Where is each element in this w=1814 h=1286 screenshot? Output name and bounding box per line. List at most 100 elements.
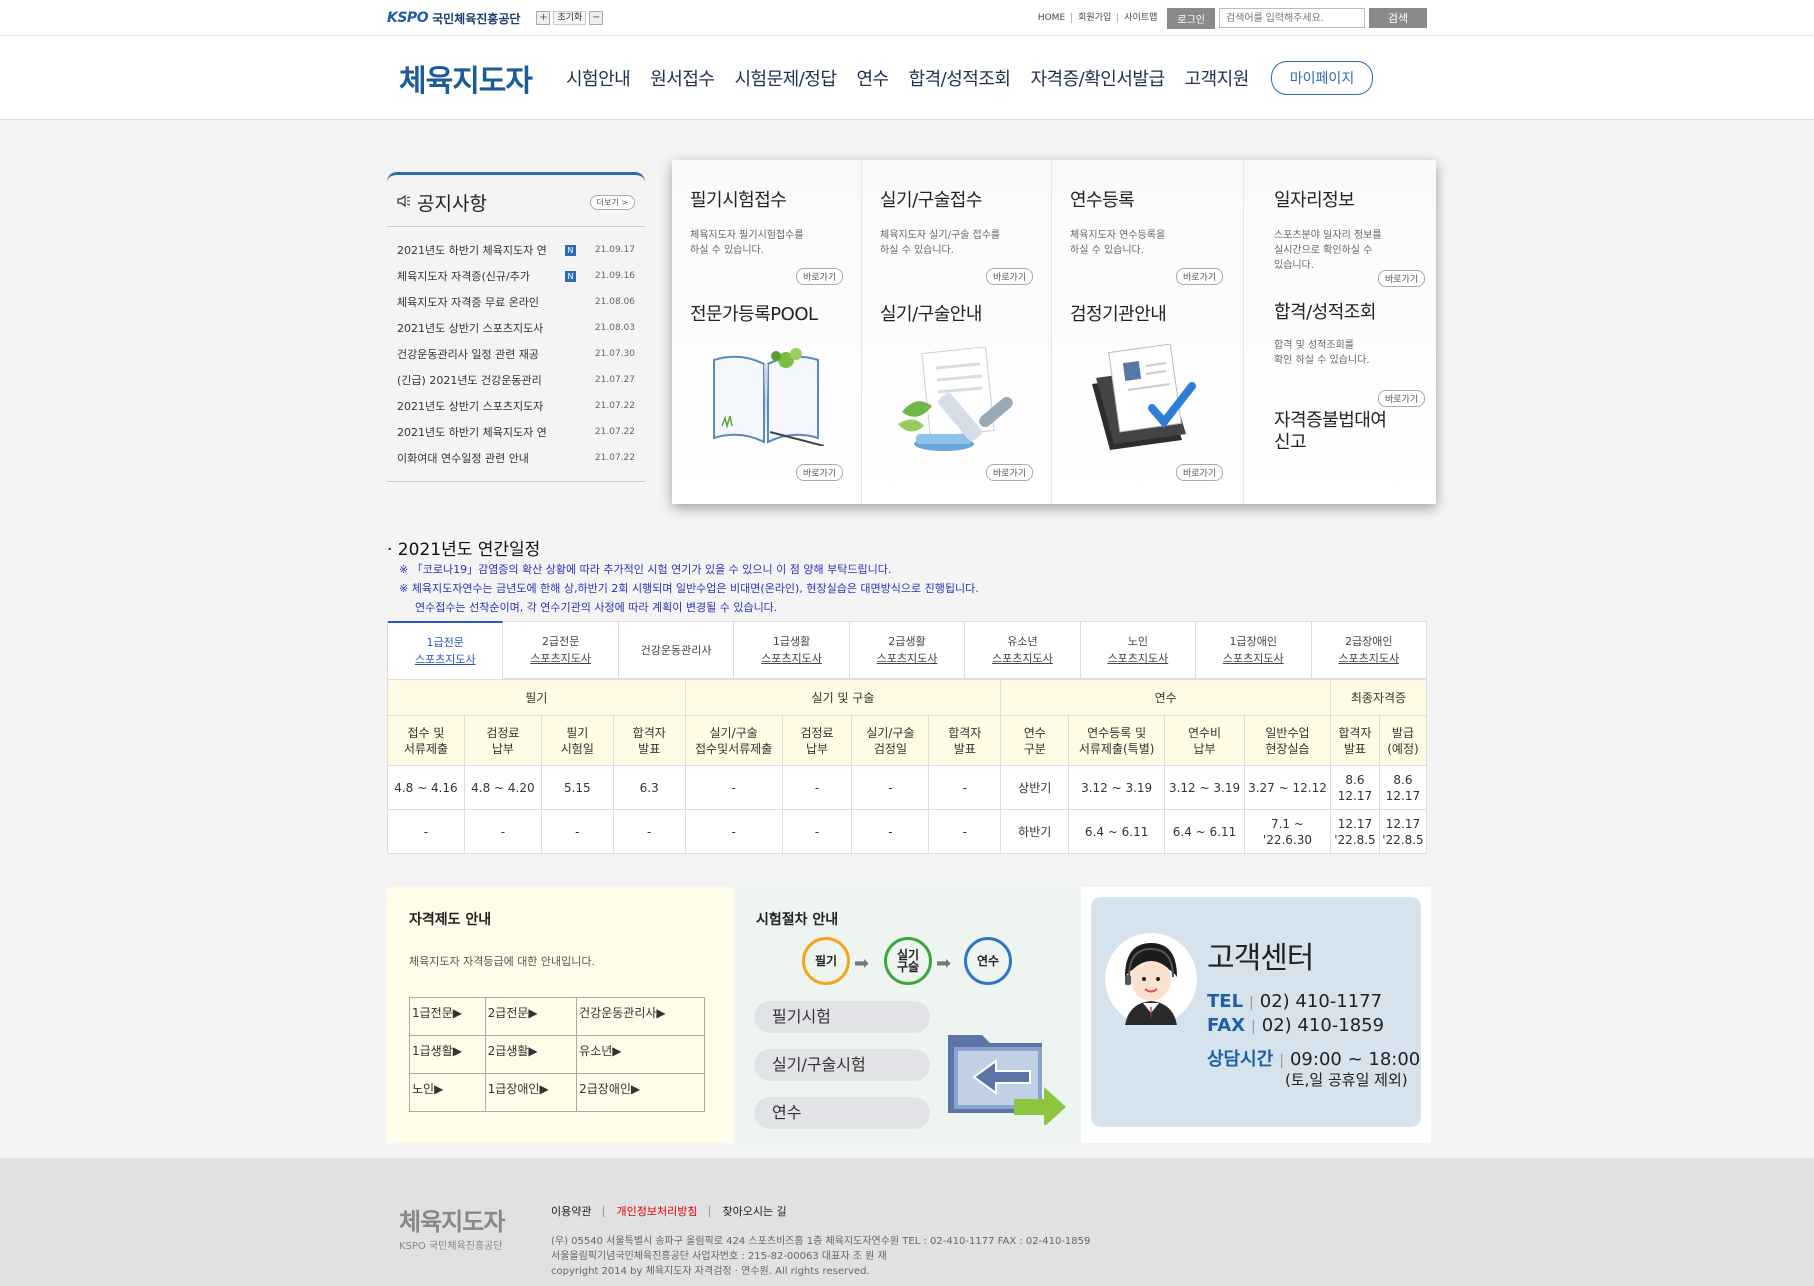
go-button[interactable]: 바로가기 bbox=[1176, 268, 1224, 285]
search-input[interactable] bbox=[1219, 8, 1365, 28]
go-button[interactable]: 바로가기 bbox=[1378, 270, 1426, 287]
grade-link[interactable]: 2급생활▶ bbox=[484, 1035, 578, 1074]
quick-title-jobs[interactable]: 일자리정보 bbox=[1274, 186, 1420, 212]
list-item[interactable]: 2021년도 하반기 체육지도자 연 N 21.09.17 bbox=[397, 237, 635, 263]
nav-certificate[interactable]: 자격증/확인서발급 bbox=[1031, 65, 1166, 91]
grade-link[interactable]: 1급생활▶ bbox=[409, 1035, 486, 1074]
tab-senior[interactable]: 노인 스포츠지도사 bbox=[1080, 621, 1197, 679]
mypage-button[interactable]: 마이페이지 bbox=[1270, 61, 1374, 95]
quick-desc: 스포츠분야 일자리 정보를 실시간으로 확인하실 수 있습니다. bbox=[1274, 230, 1382, 271]
quick-title-institution[interactable]: 검정기관안내 bbox=[1070, 300, 1167, 326]
schedule-tabs: 1급전문 스포츠지도사 2급전문 스포츠지도사 건강운동관리사 1급생활 스포츠지도사… bbox=[387, 621, 1427, 679]
grade-link-grid: 1급전문▶ 2급전문▶ 건강운동관리사▶ 1급생활▶ 2급생활▶ 유소년▶ 노인▶ 1급장… bbox=[409, 997, 705, 1112]
nav-results[interactable]: 합격/성적조회 bbox=[909, 65, 1011, 91]
list-item[interactable]: 2021년도 하반기 체육지도자 연 21.07.22 bbox=[397, 419, 635, 445]
quick-col-training: 연수등록 체육지도자 연수등록을 하실 수 있습니다. 바로가기 검정기관안내 바… bbox=[1052, 160, 1244, 504]
notice-text: 건강운동관리사 일정 관련 재공 bbox=[397, 348, 540, 361]
column-header: 합격자 발표 bbox=[928, 715, 1002, 766]
notice-text: 체육지도자 자격증 무료 온라인 bbox=[397, 296, 540, 309]
tab-youth[interactable]: 유소년 스포츠지도사 bbox=[965, 621, 1081, 679]
search-button[interactable]: 검색 bbox=[1369, 8, 1427, 28]
quick-title-written[interactable]: 필기시험접수 bbox=[690, 186, 845, 212]
grade-link[interactable]: 2급전문▶ bbox=[484, 997, 578, 1036]
nav-application[interactable]: 원서접수 bbox=[650, 65, 715, 91]
new-badge: N bbox=[565, 244, 576, 256]
nav-support[interactable]: 고객지원 bbox=[1185, 65, 1250, 91]
gavel-document-icon bbox=[892, 344, 1022, 457]
tab-grade1-pro[interactable]: 1급전문 스포츠지도사 bbox=[388, 621, 504, 679]
quick-title-practical[interactable]: 실기/구술접수 bbox=[880, 186, 1035, 212]
grade-link[interactable]: 2급장애인▶ bbox=[576, 1073, 705, 1112]
login-button[interactable]: 로그인 bbox=[1167, 7, 1215, 29]
grade-link[interactable]: 건강운동관리사▶ bbox=[576, 997, 705, 1036]
quick-title-expert-pool[interactable]: 전문가등록POOL bbox=[690, 300, 818, 326]
grade-link[interactable]: 유소년▶ bbox=[576, 1035, 705, 1074]
font-decrease-button[interactable]: − bbox=[589, 11, 604, 25]
go-button[interactable]: 바로가기 bbox=[986, 464, 1034, 481]
quick-title-results[interactable]: 합격/성적조회 bbox=[1274, 298, 1376, 324]
nav-exam-info[interactable]: 시험안내 bbox=[566, 65, 631, 91]
privacy-link[interactable]: 개인정보처리방침 bbox=[604, 1206, 711, 1217]
quick-title-training[interactable]: 연수등록 bbox=[1070, 186, 1227, 212]
list-item[interactable]: 체육지도자 자격증(신규/추가 N 21.09.16 bbox=[397, 263, 635, 289]
list-item[interactable]: 체육지도자 자격증 무료 온라인 21.08.06 bbox=[397, 289, 635, 315]
notice-date: 21.07.22 bbox=[594, 453, 635, 463]
bottom-info-boxes: 자격제도 안내 체육지도자 자격등급에 대한 안내입니다. 1급전문▶ 2급전문▶… bbox=[387, 887, 1431, 1143]
main-content: 공지사항 더보기 > 2021년도 하반기 체육지도자 연 N 21.09.17 체… bbox=[387, 120, 1436, 1160]
table-cell: 4.8 ~ 4.20 bbox=[463, 765, 542, 810]
quick-desc: 체육지도자 필기시험접수를 하실 수 있습니다. bbox=[690, 230, 804, 256]
nav-exam-answers[interactable]: 시험문제/정답 bbox=[735, 65, 837, 91]
table-row: 4.8 ~ 4.16 4.8 ~ 4.20 5.15 6.3- - - - 상반기 3.12 ~… bbox=[387, 765, 1428, 810]
list-item[interactable]: 2021년도 상반기 스포츠지도자 21.07.22 bbox=[397, 393, 635, 419]
list-item[interactable]: 이화여대 연수일정 관련 안내 21.07.22 bbox=[397, 445, 635, 471]
sitemap-link[interactable]: 사이트맵 bbox=[1118, 13, 1163, 23]
process-training-button[interactable]: 연수 bbox=[754, 1097, 930, 1129]
open-book-icon bbox=[706, 346, 826, 449]
go-button[interactable]: 바로가기 bbox=[796, 268, 844, 285]
font-increase-button[interactable]: + bbox=[536, 11, 551, 25]
process-written-button[interactable]: 필기시험 bbox=[754, 1001, 930, 1033]
list-item[interactable]: (긴급) 2021년도 건강운동관리 21.07.27 bbox=[397, 367, 635, 393]
schedule-table: 필기 실기 및 구술 연수 최종자격증 접수 및 서류제출 검정료 납부 필기 시험일 합격… bbox=[387, 679, 1428, 854]
site-title[interactable]: 체육지도자 bbox=[399, 56, 533, 100]
column-header: 필기 시험일 bbox=[540, 715, 614, 766]
tab-grade1-disabled[interactable]: 1급장애인 스포츠지도사 bbox=[1196, 621, 1312, 679]
footer-links: 이용약관 개인정보처리방침 찾아오시는 길 bbox=[551, 1206, 799, 1217]
signup-link[interactable]: 회원가입 bbox=[1072, 13, 1119, 23]
utility-links: HOME 회원가입 사이트맵 로그인 검색 bbox=[1032, 7, 1427, 29]
go-button[interactable]: 바로가기 bbox=[796, 464, 844, 481]
list-item[interactable]: 건강운동관리사 일정 관련 재공 21.07.30 bbox=[397, 341, 635, 367]
quick-title-report[interactable]: 자격증불법대여 신고 bbox=[1274, 410, 1387, 454]
footer-business: 서울올림픽기념국민체육진흥공단 사업자번호 : 215-82-00063 대표자… bbox=[551, 1251, 887, 1262]
grade-link[interactable]: 노인▶ bbox=[409, 1073, 486, 1112]
tab-grade1-life[interactable]: 1급생활 스포츠지도사 bbox=[734, 621, 850, 679]
nav-training[interactable]: 연수 bbox=[856, 65, 889, 91]
tab-grade2-life[interactable]: 2급생활 스포츠지도사 bbox=[849, 621, 966, 679]
notice-more-button[interactable]: 더보기 > bbox=[589, 195, 635, 210]
quick-desc: 체육지도자 실기/구술 접수를 하실 수 있습니다. bbox=[880, 230, 1001, 256]
terms-link[interactable]: 이용약관 bbox=[551, 1206, 605, 1217]
grade-link[interactable]: 1급장애인▶ bbox=[484, 1073, 578, 1112]
grade-link[interactable]: 1급전문▶ bbox=[409, 997, 486, 1036]
kspo-logo[interactable]: KSPO 국민체육진흥공단 bbox=[387, 10, 520, 27]
process-practical-button[interactable]: 실기/구술시험 bbox=[754, 1049, 930, 1081]
notice-date: 21.08.03 bbox=[594, 323, 635, 333]
table-column-header: 접수 및 서류제출 검정료 납부 필기 시험일 합격자 발표 실기/구술 접수및서류제출 검정료 납부… bbox=[387, 715, 1428, 766]
tab-health-exercise[interactable]: 건강운동관리사 bbox=[618, 621, 735, 679]
table-cell: - bbox=[387, 809, 465, 854]
go-button[interactable]: 바로가기 bbox=[1378, 390, 1426, 407]
go-button[interactable]: 바로가기 bbox=[1176, 464, 1224, 481]
directions-link[interactable]: 찾아오시는 길 bbox=[710, 1206, 798, 1217]
tab-grade2-pro[interactable]: 2급전문 스포츠지도사 bbox=[503, 621, 619, 679]
kspo-org-name: 국민체육진흥공단 bbox=[432, 11, 521, 26]
arrow-icon: ➡ bbox=[936, 953, 952, 974]
customer-center-box: 고객센터 TEL | 02) 410-1177 FAX | 02) 410-1859 상… bbox=[1091, 897, 1421, 1127]
cs-fax: FAX | 02) 410-1859 bbox=[1207, 1015, 1385, 1036]
tab-grade2-disabled[interactable]: 2급장애인 스포츠지도사 bbox=[1311, 621, 1427, 679]
list-item[interactable]: 2021년도 상반기 스포츠지도사 21.08.03 bbox=[397, 315, 635, 341]
home-link[interactable]: HOME bbox=[1032, 13, 1073, 23]
go-button[interactable]: 바로가기 bbox=[986, 268, 1034, 285]
quick-title-practical-guide[interactable]: 실기/구술안내 bbox=[880, 300, 982, 326]
font-reset-button[interactable]: 초기화 bbox=[553, 11, 587, 25]
notice-title: 공지사항 bbox=[417, 193, 487, 215]
